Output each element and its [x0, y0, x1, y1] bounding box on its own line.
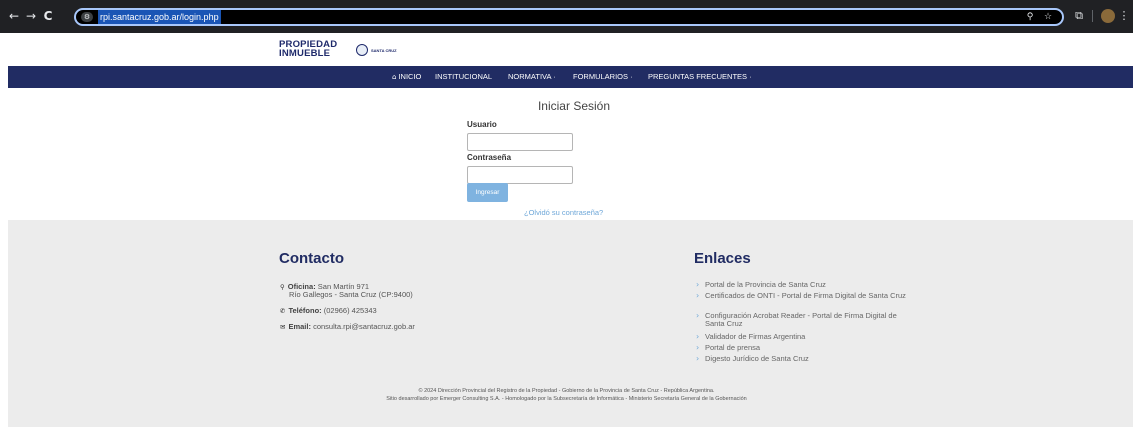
dropdown-marker-icon: ·: [749, 72, 752, 81]
email-value[interactable]: consulta.rpi@santacruz.gob.ar: [313, 322, 415, 331]
nav-item-label: INICIO: [398, 72, 422, 81]
nav-item-institucional[interactable]: INSTITUCIONAL: [435, 66, 492, 88]
menu-icon[interactable]: ⋮: [1118, 8, 1130, 24]
dropdown-marker-icon: ·: [630, 72, 633, 81]
home-icon: ⌂: [392, 73, 397, 81]
chevron-right-icon: ›: [696, 343, 700, 352]
email-line: ✉ Email: consulta.rpi@santacruz.gob.ar: [280, 322, 415, 332]
username-label: Usuario: [467, 120, 497, 129]
link-item[interactable]: › Portal de prensa: [696, 344, 906, 352]
chevron-right-icon: ›: [696, 332, 700, 341]
url-text[interactable]: rpi.santacruz.gob.ar/login.php: [98, 10, 221, 24]
nav-item-inicio[interactable]: ⌂ INICIO: [392, 66, 421, 88]
site-logo[interactable]: PROPIEDAD INMUEBLE SANTA CRUZ: [279, 40, 419, 60]
phone-label: Teléfono:: [288, 306, 322, 315]
link-item[interactable]: › Digesto Jurídico de Santa Cruz: [696, 355, 906, 363]
nav-item-preguntas-frecuentes[interactable]: PREGUNTAS FRECUENTES ·: [648, 66, 752, 88]
phone-icon: ✆: [280, 307, 286, 315]
profile-avatar[interactable]: [1101, 9, 1115, 23]
forward-icon[interactable]: →: [24, 8, 38, 24]
site-info-icon[interactable]: ⚙: [81, 12, 93, 22]
government-seal-icon: [356, 44, 368, 56]
login-button[interactable]: Ingresar: [467, 183, 508, 202]
link-label: Validador de Firmas Argentina: [705, 332, 806, 341]
chevron-right-icon: ›: [696, 280, 700, 289]
map-marker-icon: ⚲: [280, 283, 285, 291]
link-item[interactable]: › Certificados de ONTI - Portal de Firma …: [696, 292, 906, 300]
links-title: Enlaces: [694, 250, 751, 267]
link-label: Portal de la Provincia de Santa Cruz: [705, 280, 826, 289]
envelope-icon: ✉: [280, 323, 286, 331]
credits-text: Sitio desarrollado por Emerger Consultin…: [386, 396, 747, 402]
extensions-icon[interactable]: ⧉: [1071, 8, 1087, 24]
nav-item-label: NORMATIVA: [508, 72, 552, 81]
link-label: Portal de prensa: [705, 343, 761, 352]
chevron-right-icon: ›: [696, 354, 700, 363]
link-label: Digesto Jurídico de Santa Cruz: [705, 354, 809, 363]
logo-line-2: INMUEBLE: [279, 48, 331, 59]
chevron-right-icon: ›: [696, 311, 700, 320]
nav-item-formularios[interactable]: FORMULARIOS ·: [573, 66, 633, 88]
browser-toolbar: ← → C ⚙ rpi.santacruz.gob.ar/login.php ⚲…: [0, 0, 1133, 33]
link-label: Certificados de ONTI - Portal de Firma D…: [705, 291, 906, 300]
nav-item-label: FORMULARIOS: [573, 72, 629, 81]
username-input[interactable]: [467, 133, 573, 151]
link-item[interactable]: › Portal de la Provincia de Santa Cruz: [696, 281, 906, 289]
office-city: Río Gallegos - Santa Cruz (CP:9400): [289, 290, 413, 299]
phone-line: ✆ Teléfono: (02966) 425343: [280, 306, 377, 316]
logo-government-text: SANTA CRUZ: [371, 48, 397, 53]
password-label: Contraseña: [467, 153, 512, 162]
contact-title: Contacto: [279, 250, 344, 267]
link-label: Configuración Acrobat Reader - Portal de…: [705, 311, 897, 328]
link-item[interactable]: › Configuración Acrobat Reader - Portal d…: [696, 312, 906, 328]
forgot-password-link[interactable]: ¿Olvidó su contraseña?: [524, 208, 603, 217]
phone-value: (02966) 425343: [323, 306, 377, 315]
back-icon[interactable]: ←: [7, 8, 21, 24]
address-bar[interactable]: ⚙ rpi.santacruz.gob.ar/login.php ⚲ ☆: [74, 8, 1064, 26]
dropdown-marker-icon: ·: [553, 72, 556, 81]
reload-icon[interactable]: C: [41, 8, 55, 24]
copyright-text: © 2024 Dirección Provincial del Registro…: [418, 388, 715, 394]
password-input[interactable]: [467, 166, 573, 184]
main-navbar: ⌂ INICIO INSTITUCIONAL NORMATIVA · FORMUL…: [8, 66, 1133, 88]
login-title: Iniciar Sesión: [537, 99, 611, 113]
bookmark-star-icon[interactable]: ☆: [1042, 11, 1054, 23]
link-item[interactable]: › Validador de Firmas Argentina: [696, 333, 906, 341]
email-label: Email:: [288, 322, 311, 331]
toolbar-divider: [1092, 10, 1093, 22]
nav-item-normativa[interactable]: NORMATIVA ·: [508, 66, 556, 88]
nav-item-label: PREGUNTAS FRECUENTES: [648, 72, 748, 81]
chevron-right-icon: ›: [696, 291, 700, 300]
zoom-icon[interactable]: ⚲: [1024, 11, 1036, 23]
logo-text: PROPIEDAD INMUEBLE: [279, 40, 337, 59]
